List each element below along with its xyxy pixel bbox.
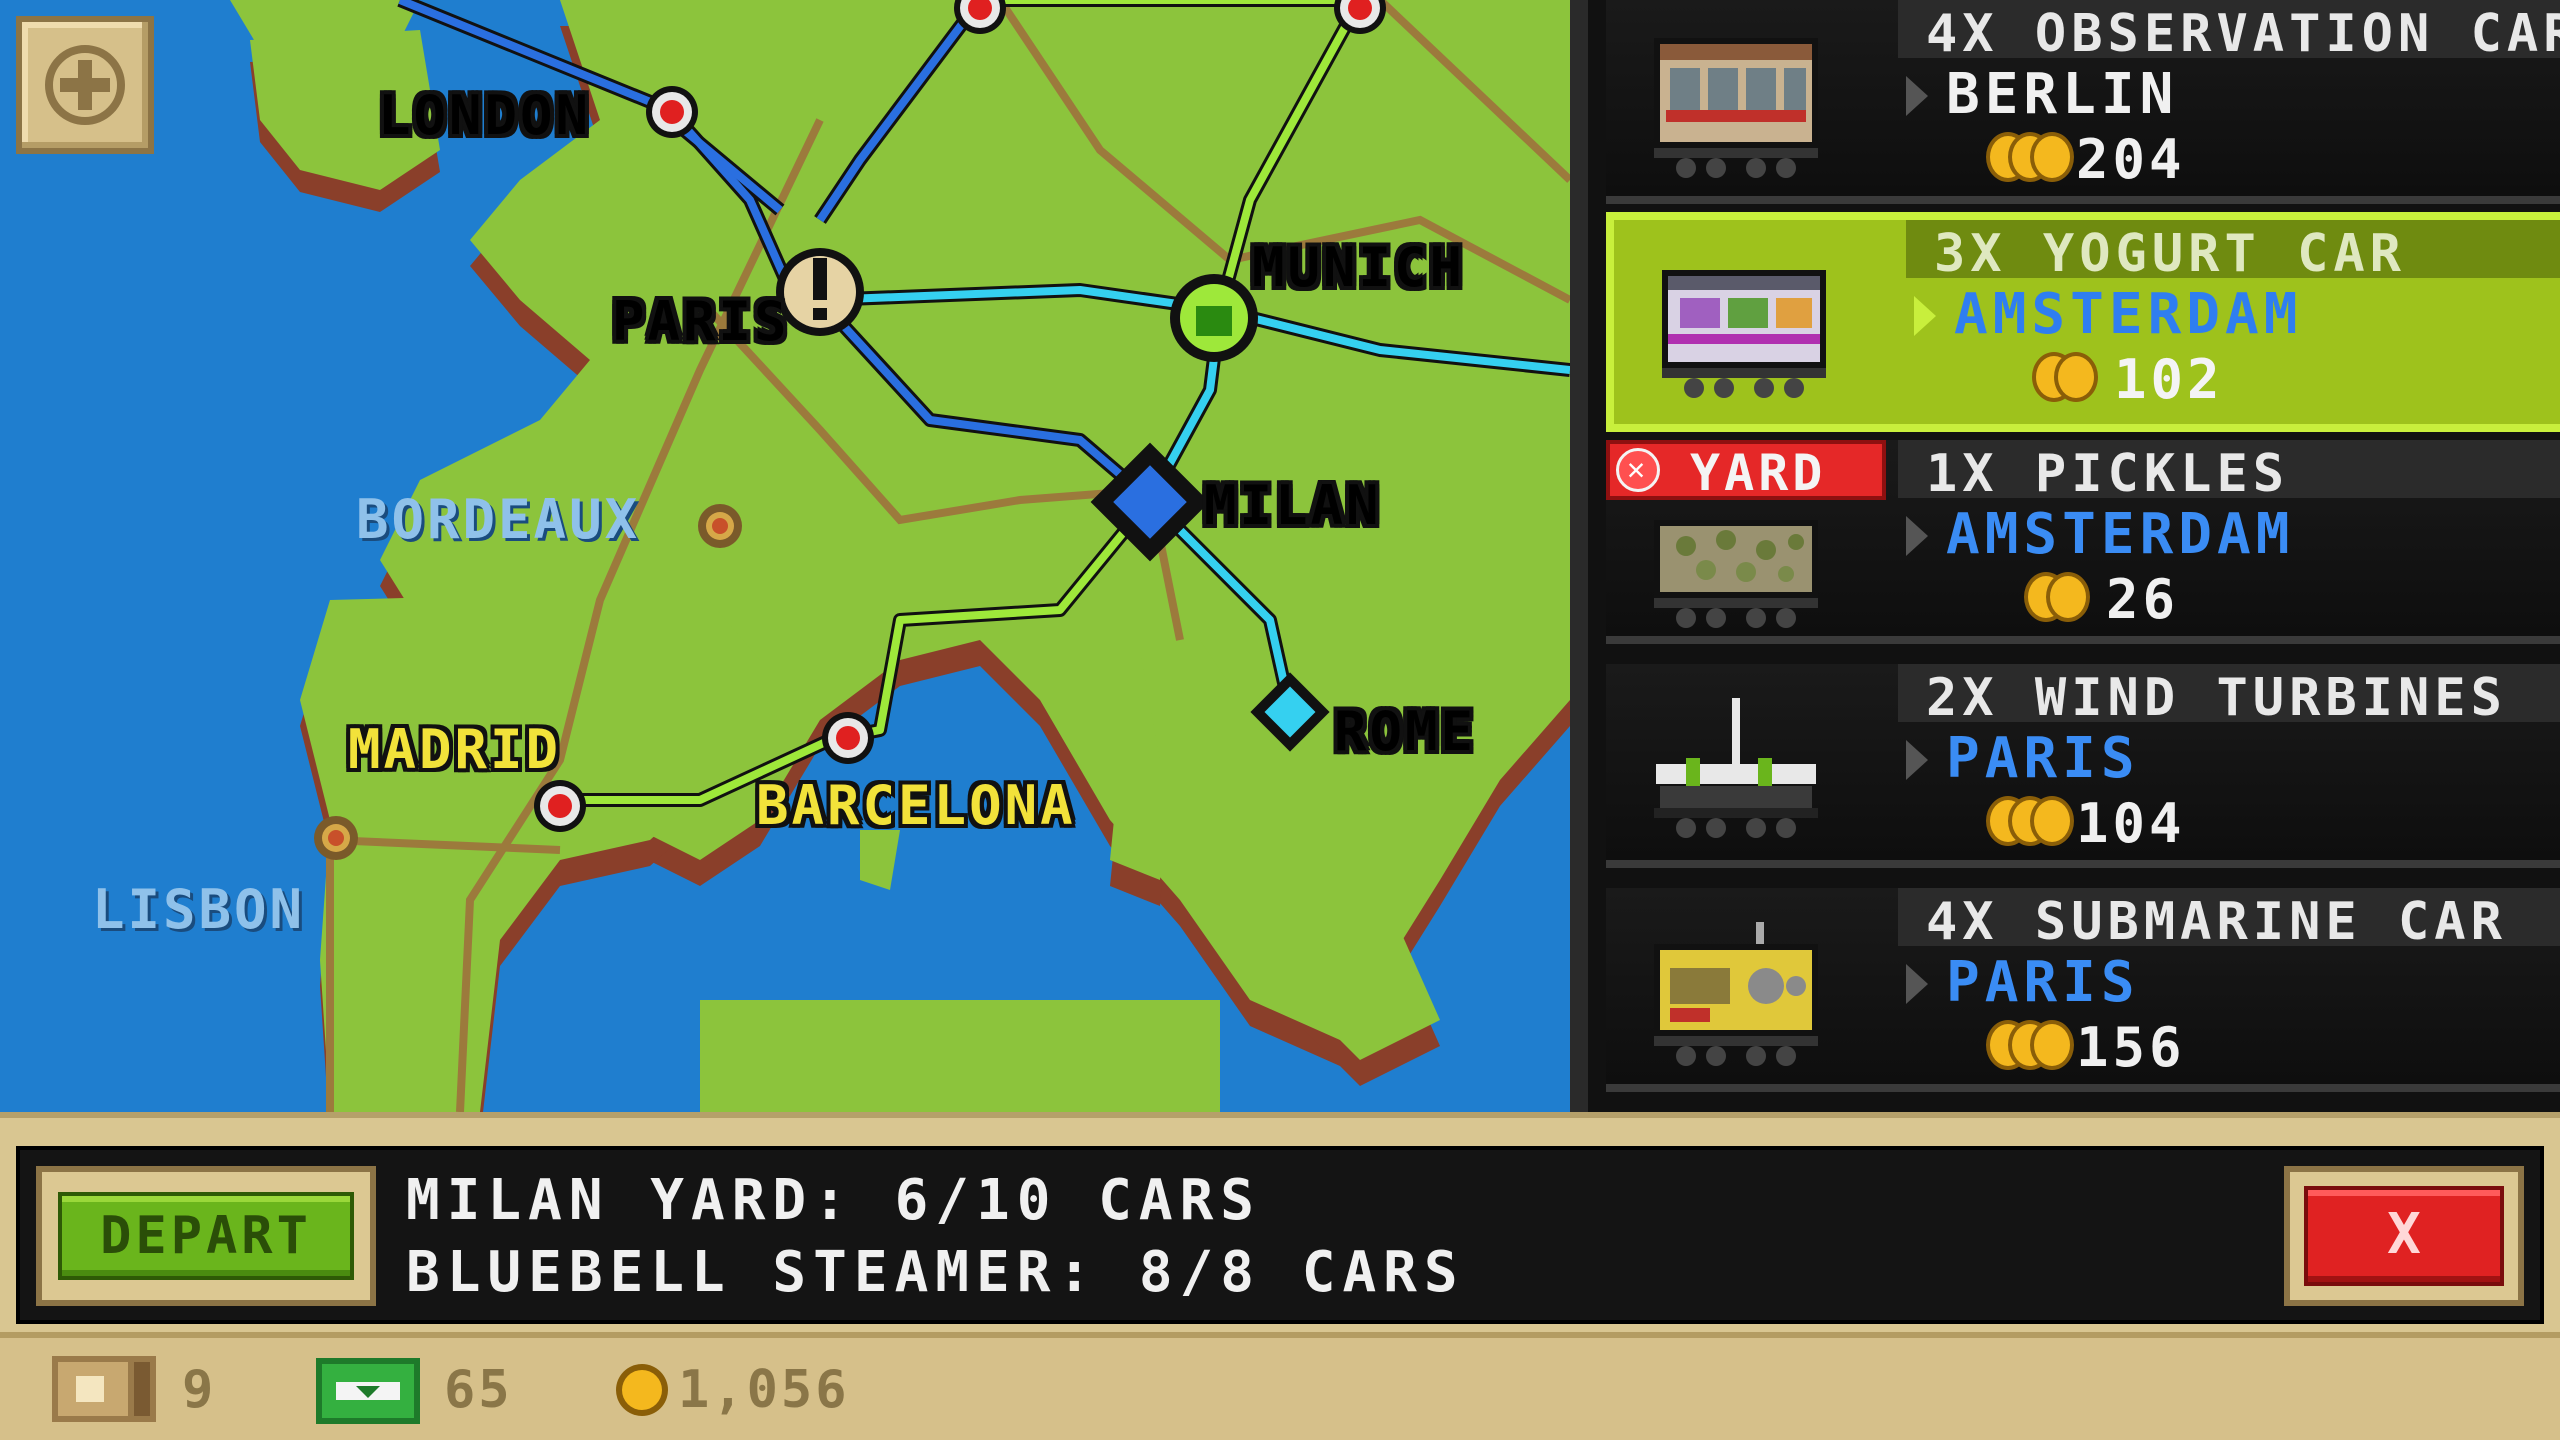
close-button[interactable]: X xyxy=(2284,1166,2524,1306)
cargo-row-pickles[interactable]: ✕ YARD 1X PICKLES AMSTERDAM 26 xyxy=(1606,440,2560,644)
submarine-car-icon xyxy=(1654,922,1818,1066)
arrow-right-icon xyxy=(1906,740,1928,780)
world-map[interactable]: LONDON PARIS MUNICH MILAN BORDEAUX MADRI… xyxy=(0,0,1570,1112)
zoom-button[interactable] xyxy=(16,16,154,154)
yard-status-text: MILAN YARD: 6/10 CARS xyxy=(406,1168,1262,1233)
cash-icon xyxy=(316,1358,420,1424)
city-label-lisbon[interactable]: LISBON xyxy=(92,878,305,941)
cargo-row-submarine-car[interactable]: 4X SUBMARINE CAR PARIS 156 xyxy=(1606,888,2560,1092)
city-label-munich[interactable]: MUNICH xyxy=(1252,236,1465,299)
tickets-count: 9 xyxy=(182,1360,217,1420)
wind-turbine-car-icon xyxy=(1654,698,1818,838)
city-label-madrid[interactable]: MADRID xyxy=(348,718,561,781)
observation-car-icon xyxy=(1654,38,1818,178)
arrow-right-icon xyxy=(1906,76,1928,116)
cargo-reward: 204 xyxy=(2076,128,2186,191)
train-status-inner: DEPART MILAN YARD: 6/10 CARS BLUEBELL ST… xyxy=(16,1146,2544,1324)
map-terrain xyxy=(0,0,1570,1112)
yard-label: YARD xyxy=(1690,444,1827,502)
cargo-reward: 26 xyxy=(2106,568,2180,631)
train-status-panel: DEPART MILAN YARD: 6/10 CARS BLUEBELL ST… xyxy=(0,1112,2560,1332)
arrow-right-icon xyxy=(1906,516,1928,556)
pickles-car-icon xyxy=(1654,520,1818,628)
ticket-icon xyxy=(52,1356,156,1422)
cargo-destination: PARIS xyxy=(1946,726,2140,791)
city-label-paris[interactable]: PARIS xyxy=(612,290,790,353)
depart-button-label[interactable]: DEPART xyxy=(58,1192,354,1280)
close-circle-icon: ✕ xyxy=(1616,448,1660,492)
cash-count: 65 xyxy=(444,1360,513,1420)
city-label-london[interactable]: LONDON xyxy=(378,84,591,147)
yogurt-car-icon xyxy=(1662,270,1826,398)
cargo-title: 4X OBSERVATION CAR xyxy=(1926,4,2560,64)
city-label-rome[interactable]: ROME xyxy=(1334,700,1476,763)
arrow-right-icon xyxy=(1914,296,1936,336)
cargo-title: 2X WIND TURBINES xyxy=(1926,668,2507,728)
cargo-destination: PARIS xyxy=(1946,950,2140,1015)
coins-count: 1,056 xyxy=(678,1360,850,1420)
cargo-title: 1X PICKLES xyxy=(1926,444,2290,504)
plus-icon xyxy=(45,45,125,125)
cargo-title: 3X YOGURT CAR xyxy=(1934,224,2406,284)
close-icon[interactable]: X xyxy=(2304,1186,2504,1286)
depart-button[interactable]: DEPART xyxy=(36,1166,376,1306)
cargo-destination: BERLIN xyxy=(1946,62,2179,127)
resource-bar: 9 65 1,056 xyxy=(0,1332,2560,1440)
cargo-row-wind-turbines[interactable]: 2X WIND TURBINES PARIS 104 xyxy=(1606,664,2560,868)
train-status-text: BLUEBELL STEAMER: 8/8 CARS xyxy=(406,1240,1465,1305)
arrow-right-icon xyxy=(1906,964,1928,1004)
cargo-row-observation-car[interactable]: 4X OBSERVATION CAR BERLIN 204 xyxy=(1606,0,2560,204)
cargo-reward: 156 xyxy=(2076,1016,2186,1079)
yard-tag[interactable]: ✕ YARD xyxy=(1606,440,1886,502)
city-label-bordeaux[interactable]: BORDEAUX xyxy=(356,488,640,551)
city-label-barcelona[interactable]: BARCELONA xyxy=(756,774,1076,837)
cargo-destination: AMSTERDAM xyxy=(1954,282,2303,347)
cargo-reward: 102 xyxy=(2114,348,2224,411)
cargo-destination: AMSTERDAM xyxy=(1946,502,2295,567)
cargo-row-yogurt-car[interactable]: 3X YOGURT CAR AMSTERDAM 102 xyxy=(1606,212,2560,432)
coin-icon xyxy=(616,1364,668,1416)
city-label-milan[interactable]: MILAN xyxy=(1204,474,1382,537)
cargo-list-panel[interactable]: 4X OBSERVATION CAR BERLIN 204 3X YOGURT … xyxy=(1570,0,2560,1112)
cargo-reward: 104 xyxy=(2076,792,2186,855)
cargo-title: 4X SUBMARINE CAR xyxy=(1926,892,2507,952)
